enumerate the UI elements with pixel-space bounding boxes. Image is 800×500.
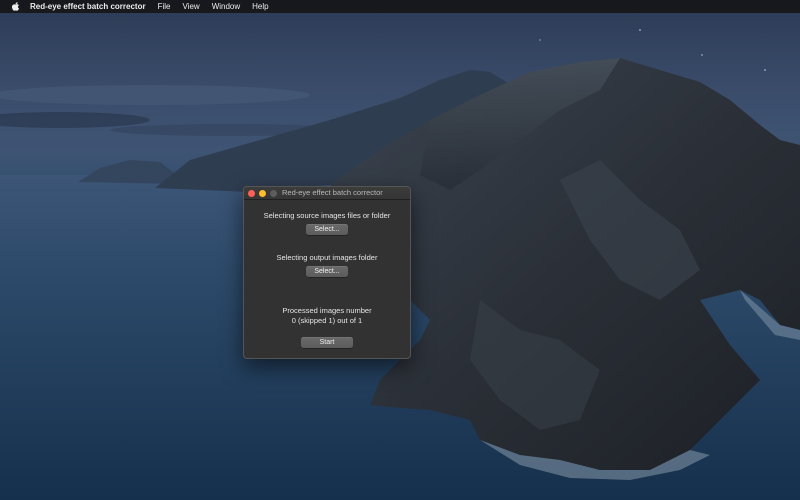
apple-logo-icon[interactable]: [10, 0, 22, 13]
output-folder-label: Selecting output images folder: [276, 253, 378, 262]
start-button[interactable]: Start: [301, 337, 353, 348]
menu-help[interactable]: Help: [252, 2, 268, 11]
processed-images-label: Processed images number: [282, 306, 372, 315]
app-window: Red-eye effect batch corrector Selecting…: [243, 186, 411, 359]
select-source-button[interactable]: Select...: [306, 224, 348, 235]
zoom-window-button[interactable]: [270, 189, 277, 197]
window-title: Red-eye effect batch corrector: [282, 188, 383, 197]
desktop: Red-eye effect batch corrector File View…: [0, 0, 800, 500]
menu-file[interactable]: File: [158, 2, 171, 11]
processed-images-count: 0 (skipped 1) out of 1: [291, 316, 363, 325]
minimize-window-button[interactable]: [259, 189, 266, 197]
menu-app-name[interactable]: Red-eye effect batch corrector: [30, 2, 146, 11]
window-titlebar[interactable]: Red-eye effect batch corrector: [244, 187, 410, 200]
close-window-button[interactable]: [248, 189, 255, 197]
menu-view[interactable]: View: [182, 2, 199, 11]
menu-window[interactable]: Window: [212, 2, 240, 11]
select-output-button[interactable]: Select...: [306, 266, 348, 277]
source-images-label: Selecting source images files or folder: [263, 211, 391, 220]
menu-bar: Red-eye effect batch corrector File View…: [0, 0, 800, 13]
